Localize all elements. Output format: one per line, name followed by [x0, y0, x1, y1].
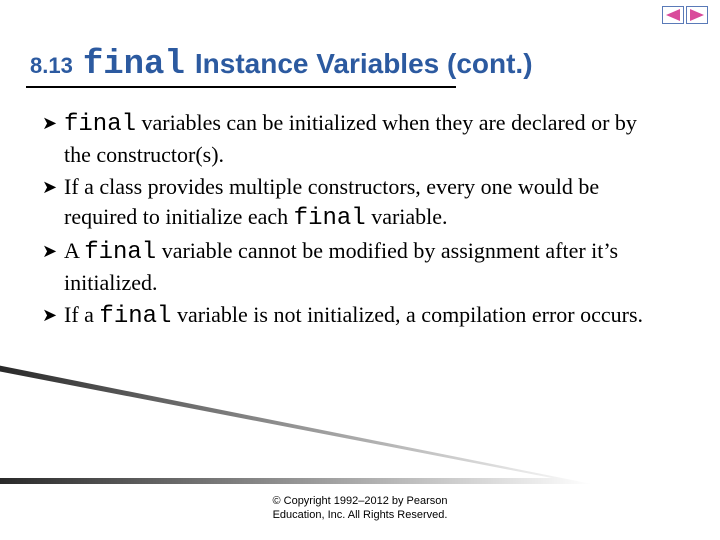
bullet-marker-icon: ➤ [42, 172, 64, 234]
bullet-text: If a final variable is not initialized, … [64, 300, 643, 332]
slide-title: 8.13 final Instance Variables (cont.) [30, 46, 533, 84]
bullet-text: If a class provides multiple constructor… [64, 172, 662, 234]
bullet-text: final variables can be initialized when … [64, 108, 662, 170]
bullet-marker-icon: ➤ [42, 300, 64, 332]
slide: 8.13 final Instance Variables (cont.) ➤ … [0, 0, 720, 540]
nav-controls [662, 6, 708, 24]
list-item: ➤ If a class provides multiple construct… [42, 172, 662, 234]
list-item: ➤ If a final variable is not initialized… [42, 300, 662, 332]
copyright: © Copyright 1992–2012 by Pearson Educati… [0, 494, 720, 522]
title-keyword: final [83, 46, 185, 84]
decorative-triangle [0, 364, 592, 484]
list-item: ➤ final variables can be initialized whe… [42, 108, 662, 170]
next-button[interactable] [686, 6, 708, 24]
bullet-list: ➤ final variables can be initialized whe… [42, 108, 662, 334]
prev-button[interactable] [662, 6, 684, 24]
bullet-text: A final variable cannot be modified by a… [64, 236, 662, 298]
copyright-line2: Education, Inc. All Rights Reserved. [0, 508, 720, 522]
arrow-right-icon [690, 9, 704, 21]
bullet-marker-icon: ➤ [42, 108, 64, 170]
copyright-line1: © Copyright 1992–2012 by Pearson [0, 494, 720, 508]
arrow-left-icon [666, 9, 680, 21]
bullet-marker-icon: ➤ [42, 236, 64, 298]
title-rest: Instance Variables (cont.) [195, 48, 533, 80]
title-number: 8.13 [30, 53, 73, 79]
title-underline [26, 86, 456, 88]
list-item: ➤ A final variable cannot be modified by… [42, 236, 662, 298]
